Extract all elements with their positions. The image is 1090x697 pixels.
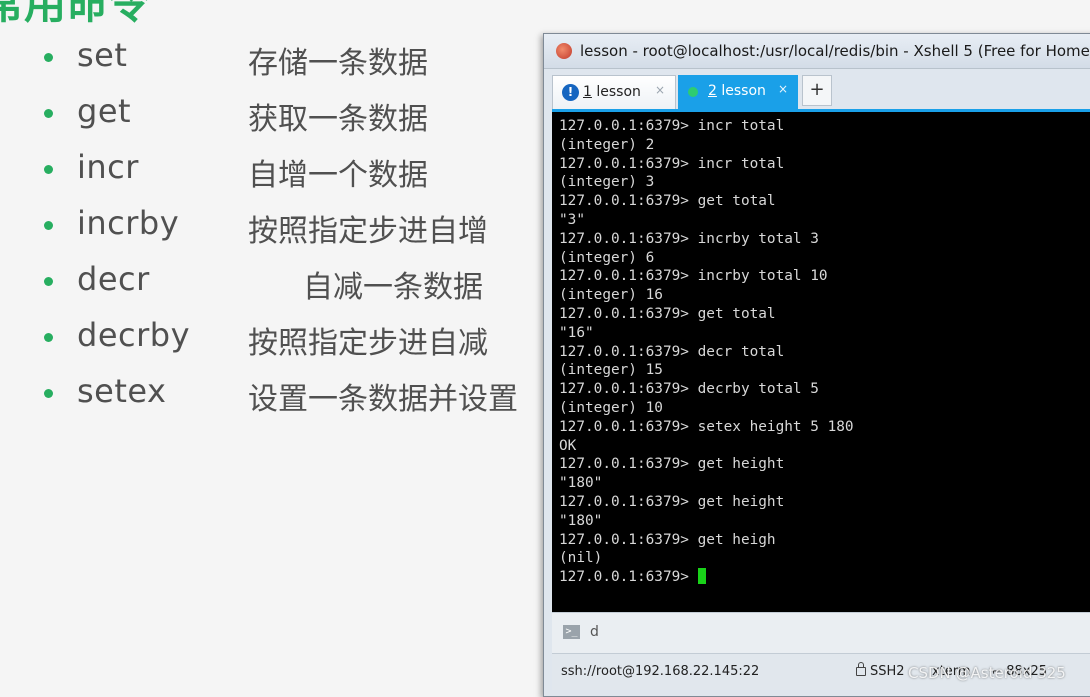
tab-session-1[interactable]: ! 1 lesson × (552, 75, 676, 109)
tab-number: 1 (583, 84, 592, 100)
terminal-line: (nil) (559, 550, 603, 567)
lock-icon (856, 662, 866, 676)
command-name: decr (77, 260, 150, 298)
terminal-line: 127.0.0.1:6379> incr total (559, 118, 785, 134)
tab-session-2[interactable]: 2 lesson × (678, 75, 798, 109)
tab-number: 2 (708, 83, 717, 99)
terminal-line: "180" (559, 512, 603, 529)
terminal-line: "16" (559, 324, 594, 341)
terminal-line: 127.0.0.1:6379> get total (559, 305, 776, 322)
terminal-line: 127.0.0.1:6379> get height (559, 456, 785, 473)
protocol-label: SSH2 (870, 664, 905, 679)
list-item: decr 自减一条数据 (0, 260, 560, 305)
command-description: 自减一条数据 (303, 270, 483, 305)
terminal-output[interactable]: 127.0.0.1:6379> incr total (integer) 2 127… (552, 112, 1090, 612)
bullet-icon (44, 333, 53, 342)
close-icon[interactable]: × (655, 83, 665, 97)
command-description: 按照指定步进自减 (248, 326, 488, 361)
bullet-icon (44, 277, 53, 286)
list-item: setex 设置一条数据并设置 (0, 372, 560, 417)
terminal-line: (integer) 6 (559, 249, 655, 266)
terminal-line: 127.0.0.1:6379> decr total (559, 343, 785, 360)
terminal-line: 127.0.0.1:6379> incr total (559, 155, 785, 172)
terminal-prompt-icon: >_ (563, 625, 580, 639)
terminal-prompt: 127.0.0.1:6379> (559, 569, 698, 586)
terminal-line: 127.0.0.1:6379> decrby total 5 (559, 381, 819, 398)
xshell-window[interactable]: lesson - root@localhost:/usr/local/redis… (543, 33, 1090, 697)
command-description: 获取一条数据 (248, 102, 428, 137)
terminal-line: 127.0.0.1:6379> get heigh (559, 531, 776, 548)
terminal-line: (integer) 16 (559, 287, 663, 304)
command-name: decrby (77, 316, 190, 354)
protocol-status: SSH2 (856, 662, 905, 679)
title-bar[interactable]: lesson - root@localhost:/usr/local/redis… (544, 34, 1090, 69)
compose-input[interactable]: d (590, 624, 599, 640)
command-description: 存储一条数据 (248, 46, 428, 81)
xshell-app-icon (556, 43, 572, 59)
connected-status-icon (688, 87, 698, 97)
list-item: set 存储一条数据 (0, 36, 560, 81)
list-item: get 获取一条数据 (0, 92, 560, 137)
bullet-icon (44, 389, 53, 398)
slide-title: 常用命令 (0, 0, 151, 28)
terminal-line: (integer) 3 (559, 174, 655, 191)
terminal-prompt-line[interactable]: 127.0.0.1:6379> (559, 568, 854, 587)
terminal-line: 127.0.0.1:6379> setex height 5 180 (559, 418, 854, 435)
compose-bar[interactable]: >_ d (552, 612, 1090, 653)
command-description: 自增一个数据 (248, 158, 428, 193)
bullet-icon (44, 221, 53, 230)
bullet-icon (44, 109, 53, 118)
list-item: incr 自增一个数据 (0, 148, 560, 193)
command-name: incr (77, 148, 139, 186)
terminal-line: "3" (559, 211, 585, 228)
command-name: incrby (77, 204, 180, 242)
connection-address: ssh://root@192.168.22.145:22 (561, 664, 760, 679)
list-item: incrby 按照指定步进自增 (0, 204, 560, 249)
terminal-line: 127.0.0.1:6379> get total (559, 193, 776, 210)
info-icon: ! (562, 84, 579, 101)
close-icon[interactable]: × (778, 82, 788, 96)
command-name: get (77, 92, 132, 130)
terminal-line: (integer) 10 (559, 399, 663, 416)
terminal-line: "180" (559, 475, 603, 492)
terminal-line: 127.0.0.1:6379> incrby total 3 (559, 230, 819, 247)
terminal-line: 127.0.0.1:6379> incrby total 10 (559, 268, 828, 285)
tab-label: lesson (716, 83, 766, 99)
terminal-line: (integer) 15 (559, 362, 663, 379)
add-tab-button[interactable]: + (802, 75, 832, 106)
tab-bar: ! 1 lesson × 2 lesson × + (552, 75, 1090, 112)
terminal-cursor (697, 568, 706, 585)
window-title: lesson - root@localhost:/usr/local/redis… (580, 42, 1090, 60)
terminal-line: 127.0.0.1:6379> get height (559, 493, 785, 510)
terminal-line: (integer) 2 (559, 136, 655, 153)
terminal-lines: 127.0.0.1:6379> incr total (integer) 2 127… (559, 117, 854, 587)
terminal-line: OK (559, 437, 577, 454)
command-description: 按照指定步进自增 (248, 214, 488, 249)
bullet-icon (44, 53, 53, 62)
tab-label: lesson (591, 84, 641, 100)
command-description: 设置一条数据并设置 (248, 382, 518, 417)
command-name: set (77, 36, 128, 74)
list-item: decrby 按照指定步进自减 (0, 316, 560, 361)
watermark: CSDN @Asteroid 325 (908, 664, 1066, 682)
bullet-icon (44, 165, 53, 174)
command-name: setex (77, 372, 167, 410)
